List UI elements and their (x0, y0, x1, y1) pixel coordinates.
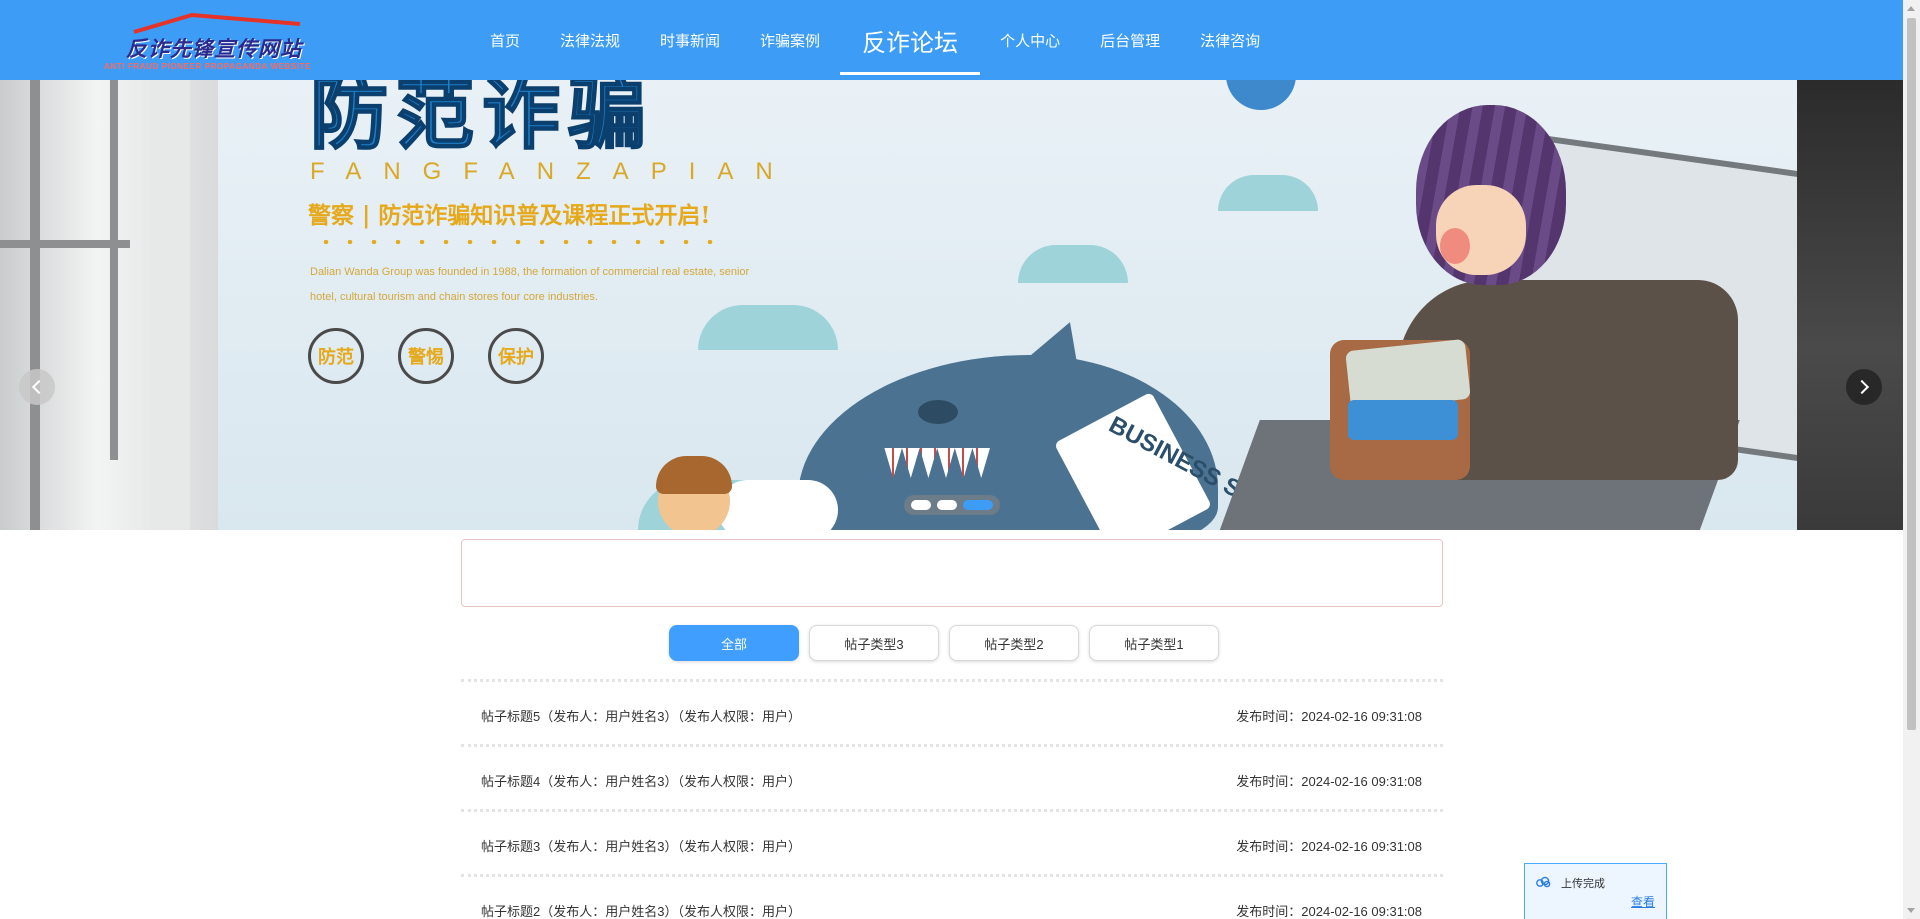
runner-hair (656, 456, 732, 494)
window-frame (0, 240, 130, 248)
shark-eye (918, 400, 958, 424)
banner-dark-backdrop (1797, 80, 1903, 530)
chevron-right-icon (1854, 379, 1870, 395)
nav-item-fraud-cases[interactable]: 诈骗案例 (740, 0, 840, 80)
list-item[interactable]: 帖子标题2（发布人：用户姓名3）（发布人权限：用户） 发布时间：2024-02-… (461, 874, 1443, 919)
nav-item-forum[interactable]: 反诈论坛 (840, 0, 981, 80)
window-pillar (150, 80, 190, 530)
nav-item-news[interactable]: 时事新闻 (640, 0, 740, 80)
post-time: 发布时间：2024-02-16 09:31:08 (1236, 709, 1422, 724)
bank-card-illustration (1348, 400, 1458, 440)
banner-headline-art: 防范诈骗 (309, 80, 655, 161)
banner-english-line: hotel, cultural tourism and chain stores… (310, 291, 598, 303)
chevron-left-icon (31, 379, 47, 395)
post-list: 帖子标题5（发布人：用户姓名3）（发布人权限：用户） 发布时间：2024-02-… (461, 679, 1443, 919)
banner-carousel[interactable]: 防范诈骗 FANGFANZAPIAN 警察 | 防范诈骗知识普及课程正式开启! … (0, 80, 1903, 530)
logo-title: 反诈先锋宣传网站 (126, 37, 302, 61)
scrollbar-thumb[interactable] (1907, 18, 1916, 730)
scroll-down-arrow-icon[interactable] (1907, 908, 1915, 913)
tab-post-type-2[interactable]: 帖子类型2 (949, 625, 1079, 661)
list-item[interactable]: 帖子标题3（发布人：用户姓名3）（发布人权限：用户） 发布时间：2024-02-… (461, 809, 1443, 874)
banner-badge: 保护 (488, 328, 544, 384)
tab-post-type-3[interactable]: 帖子类型3 (809, 625, 939, 661)
window-frame (110, 80, 118, 460)
tab-all[interactable]: 全部 (669, 625, 799, 661)
thief-nose (1440, 228, 1470, 264)
carousel-dot[interactable] (911, 500, 931, 510)
banner-slide: 防范诈骗 FANGFANZAPIAN 警察 | 防范诈骗知识普及课程正式开启! … (218, 80, 1808, 530)
runner-body (718, 480, 838, 530)
post-title[interactable]: 帖子标题2（发布人：用户姓名3）（发布人权限：用户） (481, 901, 801, 919)
carousel-prev-button[interactable] (19, 369, 55, 405)
list-item[interactable]: 帖子标题4（发布人：用户姓名3）（发布人权限：用户） 发布时间：2024-02-… (461, 744, 1443, 809)
cloud-shape (698, 305, 838, 350)
carousel-dot-active[interactable] (963, 500, 993, 510)
top-header: 反诈先锋宣传网站 ANTI FRAUD PIONEER PROPAGANDA W… (0, 0, 1903, 80)
nav-item-home[interactable]: 首页 (470, 0, 540, 80)
post-title[interactable]: 帖子标题3（发布人：用户姓名3）（发布人权限：用户） (481, 836, 801, 855)
cloud-upload-icon (1536, 876, 1551, 888)
scroll-up-arrow-icon[interactable] (1907, 6, 1915, 11)
upload-status-text: 上传完成 (1561, 878, 1605, 890)
banner-spelling: FANGFANZAPIAN (310, 158, 795, 185)
banner-badge: 警惕 (398, 328, 454, 384)
logo-subtitle: ANTI FRAUD PIONEER PROPAGANDA WEBSITE (104, 62, 312, 71)
nav-item-laws[interactable]: 法律法规 (540, 0, 640, 80)
post-type-tabs: 全部 帖子类型3 帖子类型2 帖子类型1 (669, 625, 1219, 661)
banner-dots-decoration (314, 240, 714, 244)
post-title[interactable]: 帖子标题4（发布人：用户姓名3）（发布人权限：用户） (481, 771, 801, 790)
carousel-dot[interactable] (937, 500, 957, 510)
main-nav: 首页 法律法规 时事新闻 诈骗案例 反诈论坛 个人中心 后台管理 法律咨询 (470, 0, 1280, 80)
cloud-shape (1218, 175, 1318, 211)
banner-english-line: Dalian Wanda Group was founded in 1988, … (310, 266, 750, 278)
tab-post-type-1[interactable]: 帖子类型1 (1089, 625, 1219, 661)
page-scrollbar[interactable] (1903, 0, 1920, 919)
post-time: 发布时间：2024-02-16 09:31:08 (1236, 839, 1422, 854)
post-title[interactable]: 帖子标题5（发布人：用户姓名3）（发布人权限：用户） (481, 706, 801, 725)
upload-complete-toast: 上传完成 查看 (1524, 863, 1667, 919)
banner-slogan: 警察 | 防范诈骗知识普及课程正式开启! (308, 202, 711, 229)
banner-window-backdrop (0, 80, 218, 530)
nav-item-admin[interactable]: 后台管理 (1080, 0, 1180, 80)
post-time: 发布时间：2024-02-16 09:31:08 (1236, 904, 1422, 919)
window-frame (30, 80, 40, 530)
cloud-shape (1018, 245, 1128, 283)
banner-badge: 防范 (308, 328, 364, 384)
carousel-indicator (904, 495, 1000, 515)
carousel-next-button[interactable] (1846, 369, 1882, 405)
post-time: 发布时间：2024-02-16 09:31:08 (1236, 774, 1422, 789)
view-upload-link[interactable]: 查看 (1631, 893, 1655, 910)
list-item[interactable]: 帖子标题5（发布人：用户姓名3）（发布人权限：用户） 发布时间：2024-02-… (461, 679, 1443, 744)
forum-search-box[interactable] (461, 539, 1443, 607)
nav-item-personal-center[interactable]: 个人中心 (980, 0, 1080, 80)
site-logo[interactable]: 反诈先锋宣传网站 ANTI FRAUD PIONEER PROPAGANDA W… (104, 10, 326, 76)
shield-icon (1226, 80, 1296, 110)
nav-item-legal-consult[interactable]: 法律咨询 (1180, 0, 1280, 80)
